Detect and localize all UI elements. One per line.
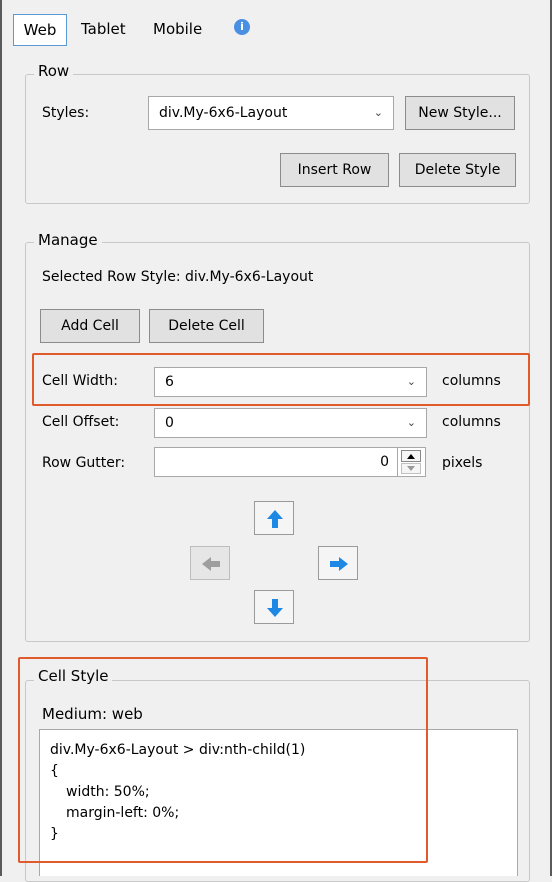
- tab-tablet[interactable]: Tablet: [81, 14, 126, 44]
- add-cell-button[interactable]: Add Cell: [40, 309, 140, 343]
- move-down-button[interactable]: [254, 590, 294, 624]
- cell-offset-unit: columns: [442, 414, 501, 430]
- styles-dropdown[interactable]: div.My-6x6-Layout ⌄: [148, 96, 394, 130]
- cell-width-unit: columns: [442, 373, 501, 389]
- window-border-left: [0, 0, 2, 876]
- cell-offset-dropdown[interactable]: 0 ⌄: [154, 408, 427, 438]
- move-up-button[interactable]: [254, 501, 294, 535]
- stepper-down-icon[interactable]: [401, 463, 421, 474]
- row-gutter-value: 0: [380, 454, 389, 470]
- manage-group-title: Manage: [34, 231, 102, 249]
- medium-label: Medium: web: [42, 705, 143, 723]
- info-icon[interactable]: i: [234, 19, 250, 35]
- arrow-up-icon: [267, 510, 283, 528]
- stepper-up-icon[interactable]: [401, 450, 421, 462]
- row-group-title: Row: [34, 62, 74, 80]
- delete-style-button[interactable]: Delete Style: [399, 153, 516, 187]
- manage-group: [25, 242, 530, 642]
- chevron-down-icon: ⌄: [373, 106, 383, 119]
- code-line: {: [50, 763, 59, 779]
- cell-style-title: Cell Style: [34, 667, 113, 685]
- cell-width-dropdown[interactable]: 6 ⌄: [154, 367, 427, 397]
- move-right-button[interactable]: [318, 546, 358, 580]
- tab-mobile[interactable]: Mobile: [153, 14, 202, 44]
- selected-row-style-label: Selected Row Style: div.My-6x6-Layout: [42, 269, 314, 285]
- insert-row-button[interactable]: Insert Row: [280, 153, 389, 187]
- code-line: width: 50%;: [66, 784, 150, 800]
- arrow-left-icon: [202, 557, 220, 571]
- code-line: margin-left: 0%;: [66, 805, 180, 821]
- styles-label: Styles:: [42, 105, 90, 121]
- cell-offset-label: Cell Offset:: [42, 414, 120, 430]
- code-line: }: [50, 826, 59, 842]
- chevron-down-icon: ⌄: [406, 375, 416, 388]
- row-gutter-unit: pixels: [442, 455, 483, 471]
- tab-web[interactable]: Web: [13, 14, 67, 46]
- row-gutter-stepper[interactable]: [398, 447, 426, 477]
- code-line: div.My-6x6-Layout > div:nth-child(1): [50, 742, 306, 758]
- row-gutter-label: Row Gutter:: [42, 455, 126, 471]
- delete-cell-button[interactable]: Delete Cell: [149, 309, 264, 343]
- styles-value: div.My-6x6-Layout: [159, 105, 288, 121]
- arrow-right-icon: [330, 557, 348, 571]
- cell-width-label: Cell Width:: [42, 373, 119, 389]
- css-code-editor[interactable]: div.My-6x6-Layout > div:nth-child(1) { w…: [39, 729, 518, 876]
- new-style-button[interactable]: New Style...: [405, 96, 515, 130]
- chevron-down-icon: ⌄: [406, 416, 416, 429]
- cell-offset-value: 0: [165, 415, 174, 431]
- arrow-down-icon: [267, 599, 283, 617]
- move-left-button[interactable]: [190, 546, 230, 580]
- cell-width-value: 6: [165, 374, 174, 390]
- row-gutter-input[interactable]: 0: [154, 447, 398, 477]
